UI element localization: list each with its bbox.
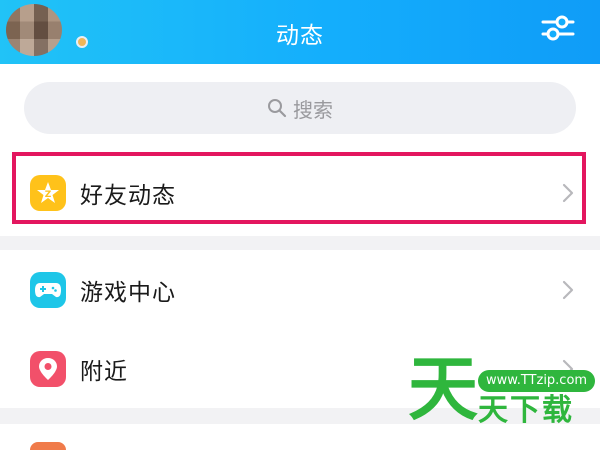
chevron-right-icon xyxy=(562,183,574,203)
search-icon xyxy=(268,99,287,118)
list-item-label: 好友动态 xyxy=(80,183,176,209)
gamepad-icon xyxy=(30,272,66,308)
filter-settings-icon xyxy=(541,15,575,41)
chevron-right-icon xyxy=(562,280,574,300)
partial-icon xyxy=(30,442,66,450)
location-pin-icon xyxy=(30,351,66,387)
qzone-star-icon: Z xyxy=(30,175,66,211)
search-placeholder: 搜索 xyxy=(293,97,333,122)
watermark-url: www.TTzip.com xyxy=(478,370,596,392)
watermark-text: 天下载 xyxy=(478,393,574,428)
list-item-label: 附近 xyxy=(80,359,128,385)
page-title: 动态 xyxy=(276,23,324,49)
filter-settings-button[interactable] xyxy=(540,12,576,44)
search-section: 搜索 xyxy=(0,64,600,150)
list-item-friends-feed[interactable]: Z 好友动态 xyxy=(0,150,600,236)
list-item-game-center[interactable]: 游戏中心 xyxy=(0,250,600,330)
svg-text:Z: Z xyxy=(45,190,52,200)
watermark-logo: 天 xyxy=(408,348,478,430)
list-item-label: 游戏中心 xyxy=(80,280,176,306)
search-input[interactable]: 搜索 xyxy=(24,82,576,134)
app-header: 动态 xyxy=(0,0,600,64)
friends-feed-card: Z 好友动态 xyxy=(0,150,600,236)
